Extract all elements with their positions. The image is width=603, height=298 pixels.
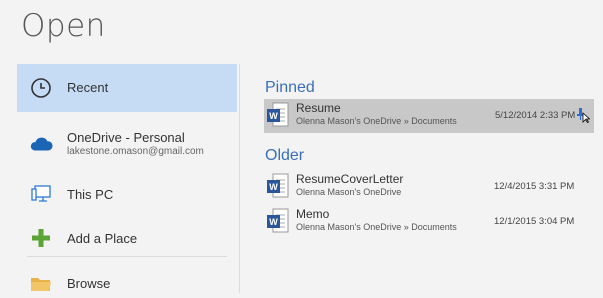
file-date: 12/1/2015 3:04 PM: [494, 216, 575, 227]
place-label: This PC: [67, 187, 114, 202]
place-label: Recent: [67, 80, 109, 95]
plus-icon: [29, 226, 53, 250]
pin-icon[interactable]: [576, 107, 591, 128]
clock-icon: [29, 76, 53, 100]
places-divider: [27, 256, 227, 257]
place-label: Add a Place: [67, 231, 138, 246]
file-row-memo[interactable]: W Memo Olenna Mason's OneDrive » Documen…: [264, 205, 594, 239]
computer-icon: [29, 182, 53, 206]
file-row-resume[interactable]: W Resume Olenna Mason's OneDrive » Docum…: [264, 99, 594, 133]
place-account: lakestone.omason@gmail.com: [67, 146, 204, 157]
file-date: 5/12/2014 2:33 PM: [495, 110, 576, 121]
folder-icon: [29, 272, 53, 296]
places-list: Recent OneDrive - Personal lakestone.oma…: [17, 64, 237, 293]
place-onedrive[interactable]: OneDrive - Personal lakestone.omason@gma…: [17, 122, 237, 168]
place-label: OneDrive - Personal: [67, 130, 185, 145]
cloud-icon: [29, 132, 53, 156]
file-path: Olenna Mason's OneDrive » Documents: [296, 222, 457, 232]
word-doc-icon: W: [267, 173, 289, 204]
panel-divider: [239, 64, 240, 293]
svg-text:W: W: [269, 217, 278, 227]
section-pinned: Pinned: [265, 79, 315, 96]
place-recent[interactable]: Recent: [17, 64, 237, 112]
section-older: Older: [265, 147, 305, 164]
word-doc-icon: W: [267, 208, 289, 239]
place-this-pc[interactable]: This PC: [17, 176, 237, 212]
svg-text:W: W: [269, 182, 278, 192]
file-path: Olenna Mason's OneDrive » Documents: [296, 116, 457, 126]
word-doc-icon: W: [267, 102, 289, 133]
file-name: Memo: [296, 207, 330, 221]
place-label: Browse: [67, 276, 111, 291]
page-title: Open: [21, 8, 106, 44]
file-name: ResumeCoverLetter: [296, 172, 404, 186]
file-path: Olenna Mason's OneDrive: [296, 187, 402, 197]
file-date: 12/4/2015 3:31 PM: [494, 181, 575, 192]
file-name: Resume: [296, 101, 341, 115]
place-browse[interactable]: Browse: [17, 266, 237, 298]
place-add-a-place[interactable]: Add a Place: [17, 220, 237, 256]
file-row-resumecoverletter[interactable]: W ResumeCoverLetter Olenna Mason's OneDr…: [264, 170, 594, 204]
svg-text:W: W: [269, 111, 278, 121]
